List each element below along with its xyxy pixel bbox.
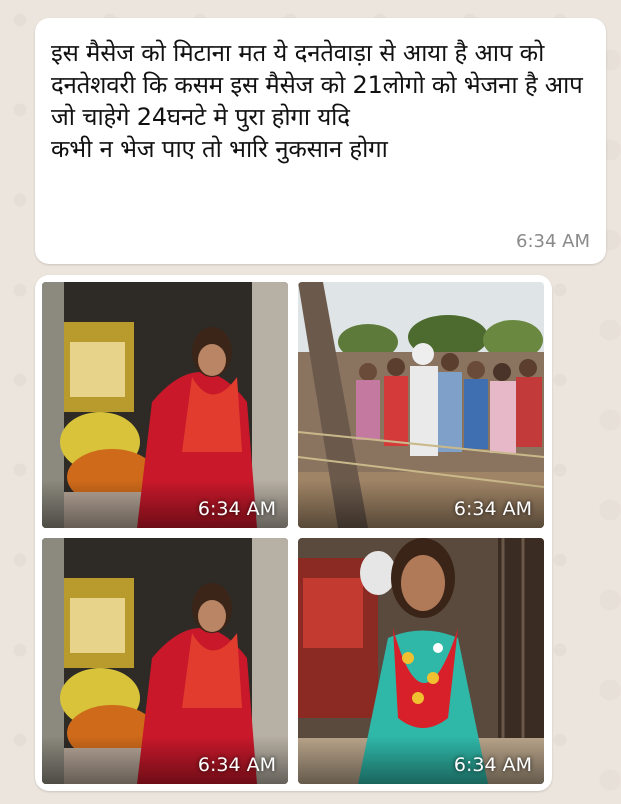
photo-crowd-of-villagers[interactable]: 6:34 AM xyxy=(298,282,544,528)
message-text: इस मैसेज को मिटाना मत ये दनतेवाड़ा से आय… xyxy=(51,39,583,163)
photo-bride-at-shrine-1[interactable]: 6:34 AM xyxy=(42,282,288,528)
photo-image xyxy=(298,282,544,528)
photo-timestamp: 6:34 AM xyxy=(197,754,276,776)
photo-image xyxy=(298,538,544,784)
photo-timestamp: 6:34 AM xyxy=(453,754,532,776)
message-bubble[interactable]: इस मैसेज को मिटाना मत ये दनतेवाड़ा से आय… xyxy=(35,18,606,264)
photo-timestamp: 6:34 AM xyxy=(197,498,276,520)
message-timestamp: 6:34 AM xyxy=(516,231,590,252)
photo-bride-at-shrine-2[interactable]: 6:34 AM xyxy=(42,538,288,784)
media-album-bubble[interactable]: 6:34 AM 6:34 AM 6:34 AM 6:34 AM xyxy=(35,275,552,791)
photo-girl-with-flower-garland[interactable]: 6:34 AM xyxy=(298,538,544,784)
photo-timestamp: 6:34 AM xyxy=(453,498,532,520)
photo-image xyxy=(42,538,288,784)
photo-image xyxy=(42,282,288,528)
